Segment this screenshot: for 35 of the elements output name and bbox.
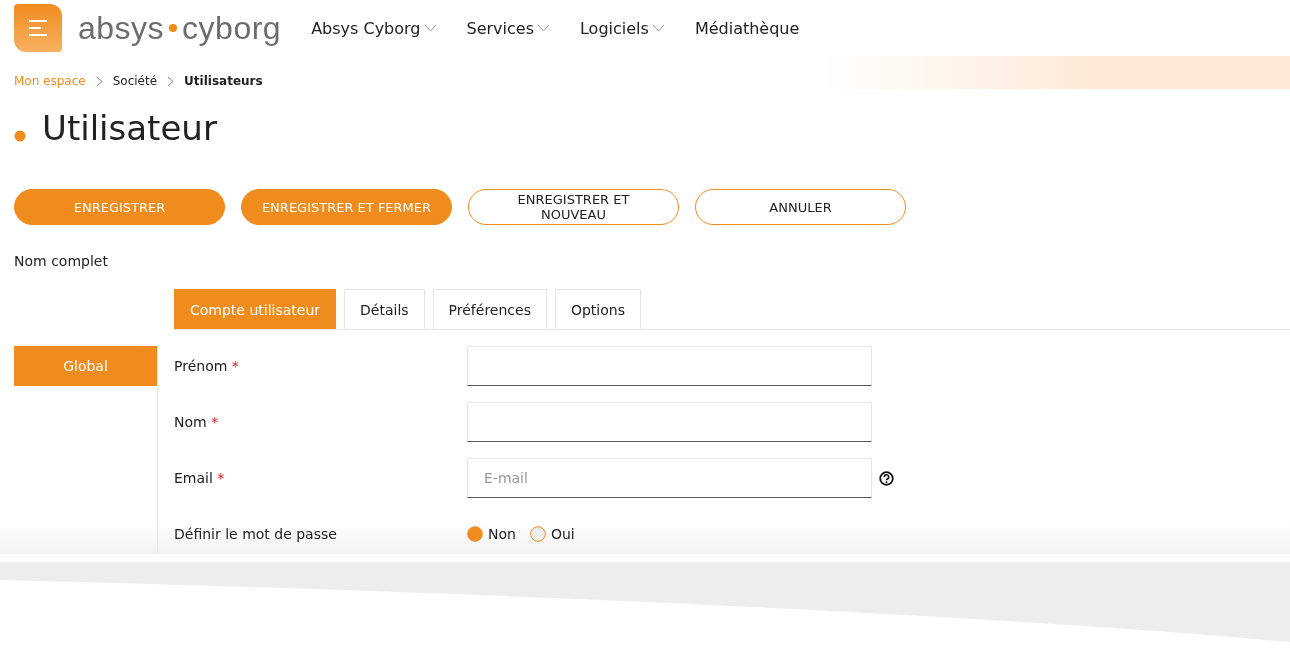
chevron-right-icon	[167, 75, 175, 87]
nav-link[interactable]: Absys Cyborg	[311, 18, 421, 38]
bullet-icon	[14, 130, 26, 142]
field-label: Nom	[174, 414, 207, 430]
field-label: Prénom	[174, 358, 228, 374]
action-button[interactable]: ANNULER	[695, 189, 906, 225]
tab[interactable]: Détails	[344, 289, 425, 329]
text-field[interactable]: E-mail	[467, 458, 872, 498]
field-label: Définir le mot de passe	[174, 526, 337, 542]
tab[interactable]: Options	[554, 289, 641, 329]
breadcrumb-link[interactable]: Société	[112, 74, 158, 88]
help-icon[interactable]	[879, 470, 894, 486]
radio-icon[interactable]	[467, 526, 483, 542]
logo-dot-icon	[169, 24, 178, 32]
nav-link[interactable]: Services	[466, 18, 534, 38]
radio-option[interactable]: Oui	[529, 526, 575, 542]
full-name-label: Nom complet	[14, 253, 108, 269]
menu-icon	[27, 19, 49, 37]
required-mark: *	[211, 414, 219, 430]
text-field[interactable]	[467, 402, 872, 442]
logo-text: cyborg	[182, 9, 282, 47]
chevron-right-icon	[95, 75, 103, 87]
page-title: Utilisateur	[42, 108, 217, 148]
radio-option[interactable]: Non	[467, 526, 516, 542]
action-button[interactable]: ENREGISTRER ET NOUVEAU	[468, 189, 679, 225]
field-label: Email	[174, 470, 213, 486]
logo-text: absys	[78, 9, 165, 47]
required-mark: *	[217, 470, 225, 486]
nav-link[interactable]: Logiciels	[580, 18, 649, 38]
text-field[interactable]	[467, 346, 872, 386]
tab[interactable]: Préférences	[432, 289, 547, 329]
radio-icon[interactable]	[529, 526, 546, 542]
required-mark: *	[231, 358, 239, 374]
nav-link[interactable]: Médiathèque	[694, 18, 800, 38]
breadcrumb-current: Utilisateurs	[184, 74, 263, 88]
